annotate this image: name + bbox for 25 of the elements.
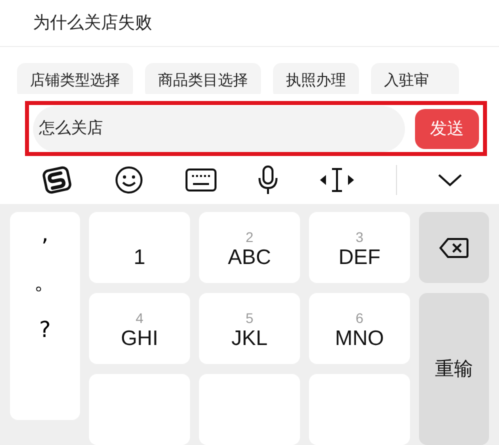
suggestion-chip[interactable]: 商品类目选择 <box>145 62 261 94</box>
suggestion-chip[interactable]: 店铺类型选择 <box>17 62 133 94</box>
keyboard-key[interactable]: 2 ABC <box>199 212 300 283</box>
smiley-icon[interactable] <box>114 165 144 196</box>
suggestion-chip[interactable]: 入驻审 <box>371 62 459 94</box>
backspace-key[interactable] <box>419 212 489 283</box>
keyboard-key[interactable]: 5 JKL <box>199 293 300 364</box>
suggestion-chip[interactable]: 执照办理 <box>273 62 359 94</box>
cursor-move-icon[interactable] <box>319 166 356 194</box>
reset-key[interactable]: 重输 <box>419 293 489 445</box>
keyboard-key[interactable]: 4 GHI <box>89 293 190 364</box>
punctuation-key[interactable]: ? <box>39 316 51 346</box>
keyboard-key[interactable]: 6 MNO <box>309 293 410 364</box>
punctuation-key[interactable]: , <box>42 220 48 250</box>
input-field[interactable]: 怎么关店 <box>33 106 405 152</box>
message-text: 为什么关店失败 <box>33 12 152 34</box>
keyboard-key[interactable]: 3 DEF <box>309 212 410 283</box>
punctuation-key[interactable]: 。 <box>34 268 56 298</box>
chevron-down-icon[interactable] <box>436 172 463 188</box>
keyboard-icon[interactable] <box>184 168 217 192</box>
microphone-icon[interactable] <box>256 165 279 196</box>
punctuation-column[interactable]: , 。 ? <box>10 212 80 420</box>
keyboard-key[interactable]: 1 <box>89 212 190 283</box>
backspace-icon <box>439 236 469 258</box>
send-button[interactable]: 发送 <box>415 108 479 149</box>
